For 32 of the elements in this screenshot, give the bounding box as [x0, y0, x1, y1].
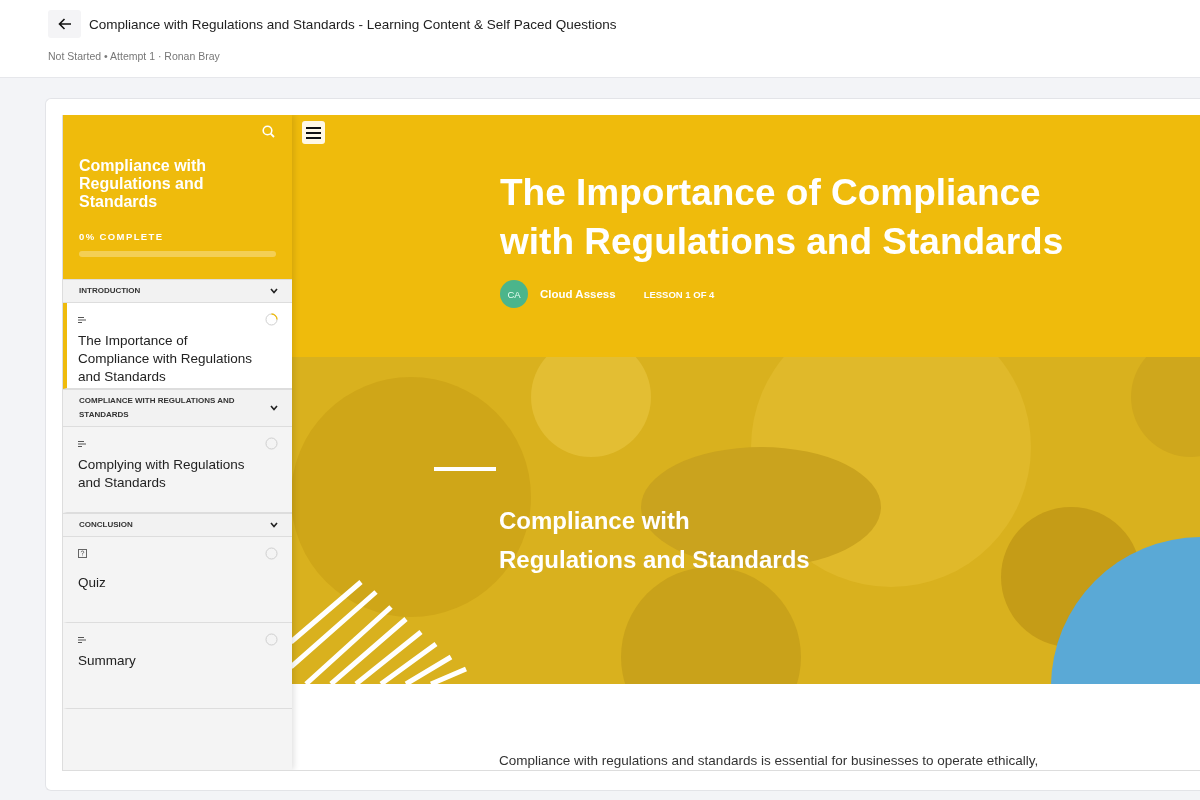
section-title: CONCLUSION: [79, 519, 133, 531]
section-header[interactable]: INTRODUCTION: [63, 279, 292, 303]
question-icon: [78, 549, 87, 558]
menu-icon: [306, 126, 321, 139]
text-lines-icon: [78, 316, 86, 323]
page-title: Compliance with Regulations and Standards - Learning Content & Self Paced Questions: [89, 16, 617, 32]
section-title: INTRODUCTION: [79, 285, 141, 297]
progress-label: 0% COMPLETE: [79, 231, 165, 242]
lesson-item[interactable]: Summary: [63, 623, 292, 709]
course-title: Compliance with Regulations and Standards: [79, 157, 208, 211]
author-avatar: CA: [500, 280, 528, 308]
section-header[interactable]: CONCLUSION: [63, 513, 292, 537]
lesson-item[interactable]: Quiz: [63, 537, 292, 623]
chevron-icon: [270, 522, 278, 528]
chevron-icon: [270, 288, 278, 294]
back-arrow-icon: [57, 18, 72, 30]
text-lines-icon: [78, 440, 86, 447]
lesson-item[interactable]: The Importance of Compliance with Regulations and Standards: [63, 303, 292, 389]
back-button[interactable]: [48, 10, 81, 38]
section-header[interactable]: COMPLIANCE WITH REGULATIONS AND STANDARDS: [63, 389, 292, 427]
lesson-title: The Importance of Compliance with Regulations and Standards: [500, 171, 1065, 264]
chevron-icon: [270, 405, 278, 411]
attempt-status: Not Started • Attempt 1 · Ronan Bray: [48, 50, 221, 62]
search-icon: [262, 125, 275, 138]
text-lines-icon: [78, 636, 86, 643]
author-name: Cloud Assess: [540, 288, 616, 300]
lesson-item[interactable]: Complying with Regulations and Standards: [63, 427, 292, 513]
lesson-text: Compliance with regulations and standards is essential for businesses to operate ethically,: [498, 752, 1040, 768]
menu-button[interactable]: [302, 121, 325, 144]
banner-heading: Compliance with Regulations and Standards: [499, 506, 811, 575]
section-title: COMPLIANCE WITH REGULATIONS AND STANDARDS: [79, 395, 236, 421]
lesson-counter: LESSON 1 OF 4: [643, 288, 715, 300]
